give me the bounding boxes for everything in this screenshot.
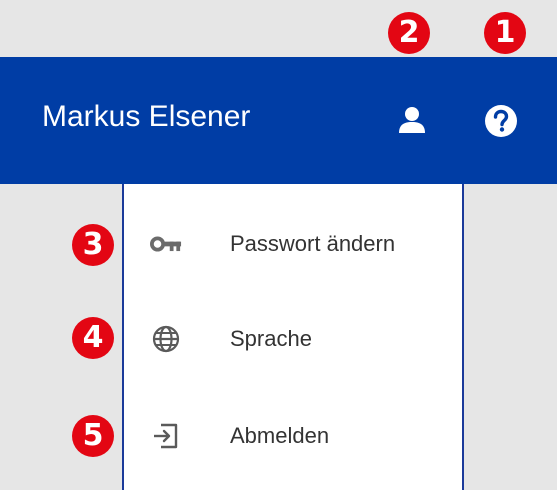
menu-item-logout[interactable]: Abmelden xyxy=(124,406,462,466)
globe-icon xyxy=(150,323,182,355)
menu-item-label: Passwort ändern xyxy=(230,231,396,256)
user-dropdown-menu: Passwort ändern Sprache Abmelden xyxy=(122,184,464,490)
screenshot-stage: Markus Elsener Passwort ändern Sprache A… xyxy=(0,0,557,490)
callout-badge-2: 2 xyxy=(388,12,430,54)
menu-item-change-password[interactable]: Passwort ändern xyxy=(124,214,462,274)
user-name: Markus Elsener xyxy=(42,100,251,133)
menu-item-label: Abmelden xyxy=(230,423,330,448)
help-button[interactable] xyxy=(482,102,520,140)
callout-badge-1: 1 xyxy=(484,12,526,54)
help-circle-icon xyxy=(485,105,517,137)
menu-item-language[interactable]: Sprache xyxy=(124,309,462,369)
callout-badge-5: 5 xyxy=(72,415,114,457)
key-icon xyxy=(150,228,182,260)
callout-badge-4: 4 xyxy=(72,317,114,359)
user-menu-button[interactable] xyxy=(392,100,432,140)
logout-icon xyxy=(150,420,182,452)
menu-item-label: Sprache xyxy=(230,326,312,351)
person-icon xyxy=(399,107,425,133)
callout-badge-3: 3 xyxy=(72,224,114,266)
